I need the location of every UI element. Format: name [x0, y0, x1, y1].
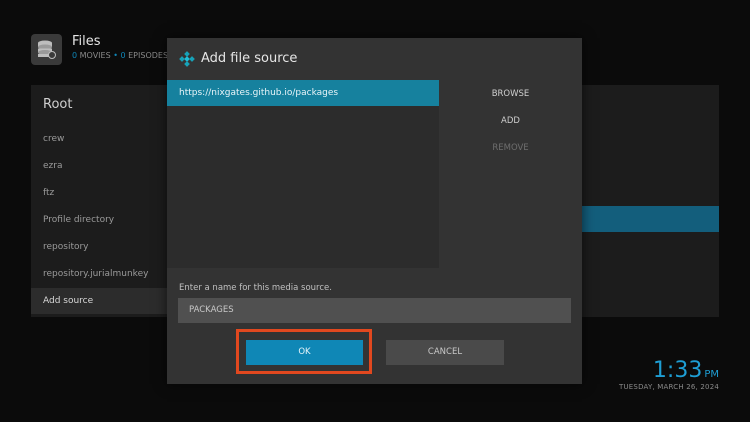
- sidebar-item-profile-directory[interactable]: Profile directory: [43, 215, 114, 225]
- episodes-label: EPISODES: [128, 51, 169, 60]
- remove-button[interactable]: REMOVE: [439, 143, 582, 153]
- sidebar-item-ftz[interactable]: ftz: [43, 188, 54, 198]
- movies-label: MOVIES: [79, 51, 111, 60]
- movies-count: 0: [72, 51, 78, 60]
- sidebar-item-ezra[interactable]: ezra: [43, 161, 62, 171]
- clock-ampm: PM: [704, 369, 719, 380]
- source-name-input[interactable]: PACKAGES: [178, 298, 571, 323]
- add-file-source-dialog: Add file source https://nixgates.github.…: [167, 38, 582, 384]
- clock: 1:33 PM: [653, 358, 719, 383]
- ok-highlight-box: [236, 329, 372, 374]
- right-list-panel: [580, 85, 719, 317]
- panel-title: Root: [43, 97, 73, 112]
- page-title: Files: [72, 34, 101, 49]
- files-app-icon: [31, 34, 62, 65]
- dialog-title: Add file source: [201, 51, 298, 66]
- sidebar-item-repository[interactable]: repository: [43, 242, 89, 252]
- source-name-label: Enter a name for this media source.: [179, 283, 332, 293]
- sidebar-item-add-source[interactable]: Add source: [31, 288, 181, 314]
- kodi-logo-icon: [179, 51, 195, 71]
- source-path-item[interactable]: https://nixgates.github.io/packages: [167, 80, 439, 106]
- right-list-focused-row[interactable]: [580, 206, 719, 232]
- source-actions: BROWSE ADD REMOVE: [439, 80, 582, 268]
- sidebar-item-crew[interactable]: crew: [43, 134, 64, 144]
- stats-separator: •: [113, 51, 118, 60]
- source-list-panel: Root crew ezra ftz Profile directory rep…: [31, 85, 181, 317]
- clock-date: TUESDAY, MARCH 26, 2024: [619, 383, 719, 391]
- hard-drive-stack-icon: [38, 40, 56, 59]
- episodes-count: 0: [120, 51, 126, 60]
- browse-button[interactable]: BROWSE: [439, 89, 582, 99]
- clock-time: 1:33: [652, 358, 703, 383]
- add-button[interactable]: ADD: [439, 116, 582, 126]
- sidebar-item-repository-jurialmunkey[interactable]: repository.jurialmunkey: [43, 269, 148, 279]
- library-stats: 0 MOVIES • 0 EPISODES: [72, 51, 168, 60]
- source-path-list: https://nixgates.github.io/packages: [167, 80, 439, 268]
- cancel-button[interactable]: CANCEL: [386, 340, 504, 365]
